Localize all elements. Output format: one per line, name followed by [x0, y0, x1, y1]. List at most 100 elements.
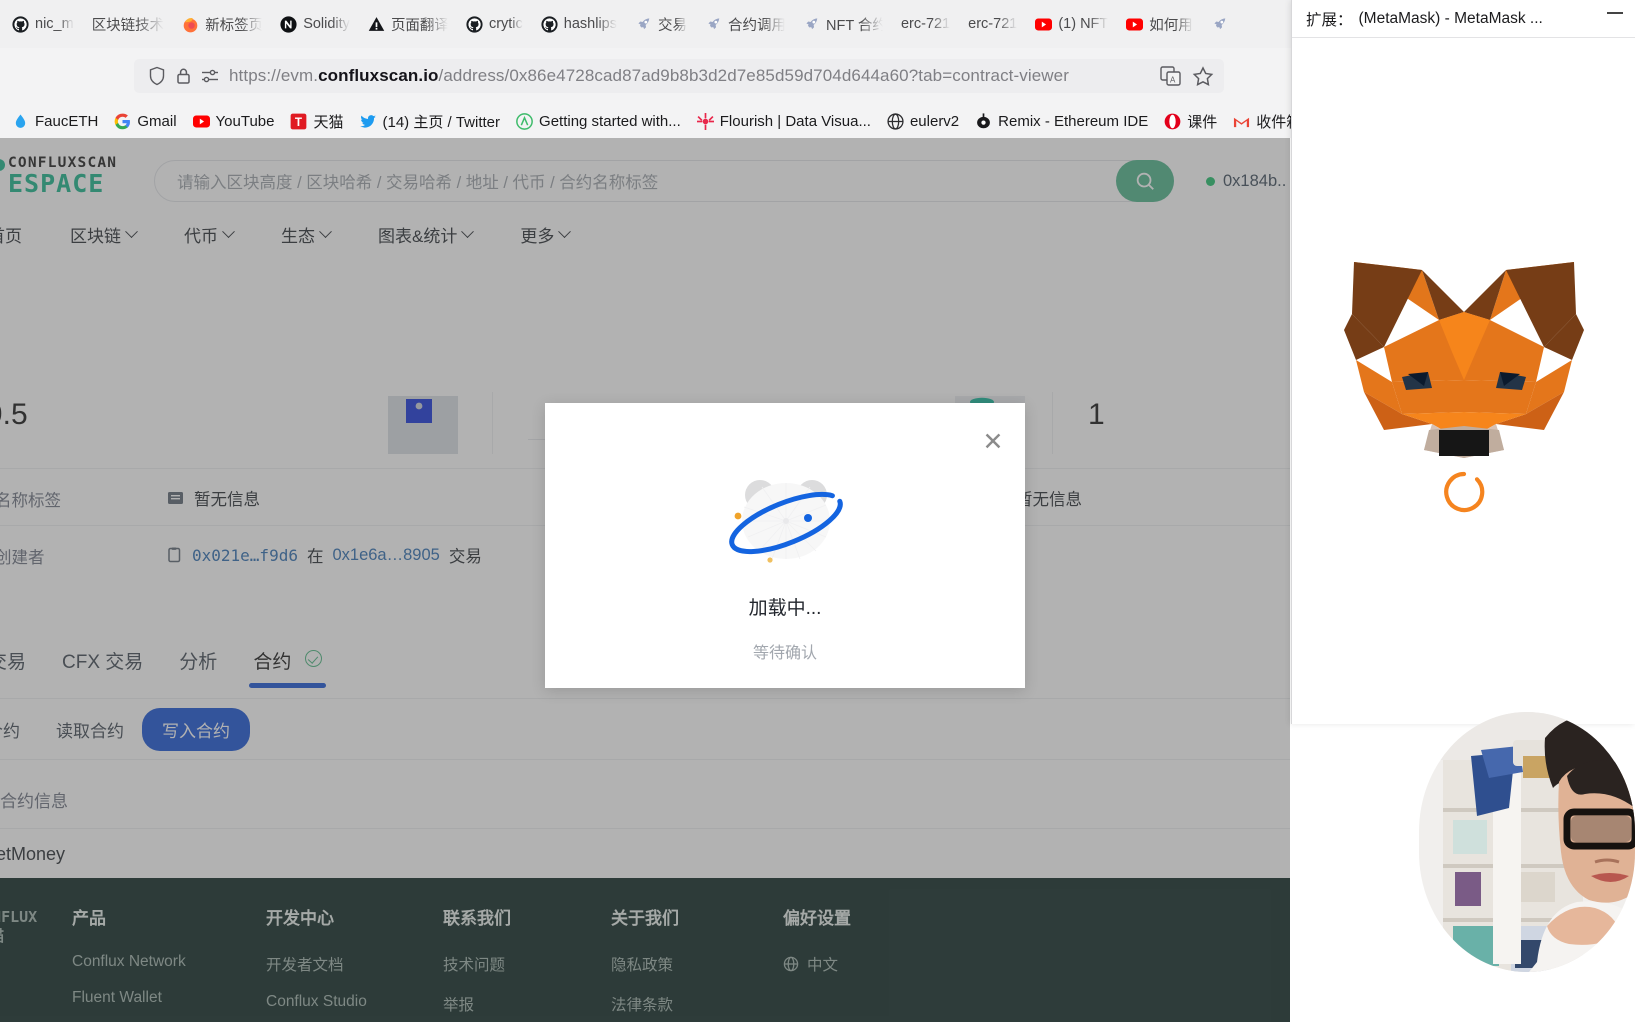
browser-tab[interactable]: Solidity [272, 4, 360, 44]
bookmark-label: Remix - Ethereum IDE [998, 112, 1149, 130]
tab-title: (1) NFT [1058, 16, 1109, 32]
rocket-icon [708, 17, 720, 29]
bookmark-item[interactable]: Getting started with... [508, 110, 689, 133]
browser-tab[interactable]: 合约调用 [697, 4, 795, 44]
metamask-title-text: (MetaMask) - MetaMask ... [1358, 9, 1543, 27]
browser-tab[interactable]: hashlips [533, 4, 627, 44]
bookmark-label: Getting started with... [539, 112, 681, 130]
tab-title: 合约调用 [727, 17, 785, 34]
tab-title: 如何用 [1149, 17, 1193, 34]
bookmark-label: eulerv2 [909, 112, 960, 130]
tab-title: NFT 合约 [825, 17, 883, 34]
twitter-icon [359, 114, 376, 128]
tab-title: erc-721 [968, 16, 1018, 32]
bookmark-item[interactable]: Flourish | Data Visua... [689, 110, 879, 133]
panda-orbit-loading-icon [545, 465, 1025, 581]
firefox-icon [183, 17, 198, 32]
screenshot-root: CONFLUXSCAN ESPACE 请输入区块高度 / 区块哈希 / 交易哈希… [0, 0, 1635, 1022]
bookmark-item[interactable]: (14) 主页 / Twitter [352, 108, 509, 135]
tab-title: Solidity [303, 16, 350, 32]
tab-title: 页面翻译 [390, 17, 448, 34]
loading-modal: ✕ 加载中... 等待确认 [545, 403, 1025, 688]
browser-tab[interactable]: 区块链技术 [84, 4, 175, 44]
tab-title: 新标签页 [205, 17, 263, 34]
svg-text:T: T [295, 115, 302, 128]
rocket-icon [1214, 17, 1226, 29]
bookmark-item[interactable]: T 天猫 [282, 108, 351, 135]
modal-title: 加载中... [748, 598, 822, 619]
shield-icon[interactable] [148, 66, 166, 86]
url-display: https://evm.confluxscan.io/address/0x86e… [229, 66, 1069, 86]
svg-text:A: A [1170, 76, 1176, 85]
github-icon [12, 15, 29, 33]
address-bar[interactable]: https://evm.confluxscan.io/address/0x86e… [134, 59, 1224, 93]
lock-icon[interactable] [176, 67, 191, 85]
bookmark-item[interactable]: Remix - Ethereum IDE [967, 110, 1156, 133]
bookmark-item[interactable]: FaucETH [4, 110, 106, 133]
metamask-popup-window: 扩展： (MetaMask) - MetaMask ... [1291, 0, 1635, 724]
bookmark-label: 天猫 [313, 113, 344, 131]
bookmark-label: YouTube [215, 112, 275, 130]
globe-icon [887, 112, 904, 130]
tab-title: nic_m [35, 16, 74, 32]
browser-tab[interactable]: 如何用 [1118, 4, 1203, 44]
youtube-icon [192, 115, 210, 127]
tab-title: 交易 [657, 17, 687, 34]
rocket-icon [806, 17, 818, 29]
browser-tab[interactable]: crytic [458, 4, 533, 44]
browser-tab[interactable]: NFT 合约 [795, 4, 893, 44]
bookmark-label: Flourish | Data Visua... [719, 112, 871, 130]
webcam-video [1419, 712, 1635, 972]
browser-tab[interactable]: nic_m [4, 4, 84, 44]
github-icon [466, 15, 483, 33]
metamask-body [1292, 38, 1635, 724]
warning-icon [368, 16, 385, 31]
bookmark-label: Gmail [137, 112, 177, 130]
close-icon[interactable]: ✕ [981, 430, 1005, 455]
url-path: /address/0x86e4728cad87ad9b8b3d2d7e85d59… [438, 66, 1069, 85]
tmall-icon: T [291, 113, 307, 129]
browser-tab[interactable]: 页面翻译 [360, 4, 458, 44]
metamask-window-titlebar[interactable]: 扩展： (MetaMask) - MetaMask ... [1292, 0, 1635, 38]
browser-tab[interactable]: 交易 [627, 4, 697, 44]
bookmark-item[interactable]: Gmail [106, 110, 184, 133]
remix-icon [977, 112, 991, 128]
google-g-icon [115, 113, 131, 129]
bookmark-label: FaucETH [35, 112, 99, 130]
tab-title: hashlips [563, 16, 617, 32]
url-domain: confluxscan.io [318, 66, 439, 85]
translate-icon[interactable]: A [1160, 66, 1182, 86]
bookmark-star-icon[interactable] [1192, 65, 1214, 87]
youtube-icon [1126, 18, 1144, 30]
circle-a-icon [516, 112, 533, 130]
metamask-title-prefix: 扩展： [1306, 11, 1353, 29]
flourish-icon [696, 112, 714, 130]
minimize-icon[interactable] [1607, 12, 1623, 14]
bookmark-label: 课件 [1187, 113, 1218, 131]
github-icon [541, 15, 558, 33]
modal-subtitle: 等待确认 [752, 645, 817, 662]
rocket-icon [638, 17, 650, 29]
youtube-icon [1035, 18, 1053, 30]
tab-title: erc-721 [900, 16, 951, 32]
opera-icon [1164, 113, 1181, 129]
metamask-fox-icon [1343, 262, 1584, 458]
permissions-icon[interactable] [201, 68, 219, 84]
gmail-m-icon [1234, 117, 1250, 127]
water-drop-icon [15, 113, 26, 128]
loading-spinner-icon [1443, 471, 1484, 513]
nomic-icon [280, 15, 297, 33]
browser-tab[interactable] [1203, 4, 1255, 44]
bookmark-item[interactable]: 课件 [1156, 108, 1225, 135]
bookmark-item[interactable]: eulerv2 [879, 110, 967, 133]
tab-title: 区块链技术 [91, 17, 165, 34]
url-scheme: https://evm. [229, 66, 319, 85]
webcam-overlay [1419, 712, 1635, 972]
browser-tab[interactable]: erc-721 [893, 4, 960, 44]
browser-tab[interactable]: 新标签页 [174, 4, 272, 44]
browser-tab[interactable]: (1) NFT [1027, 4, 1118, 44]
tab-title: crytic [488, 16, 523, 32]
browser-tab[interactable]: erc-721 [960, 4, 1027, 44]
bookmark-item[interactable]: YouTube [185, 110, 283, 133]
bookmark-label: (14) 主页 / Twitter [382, 113, 501, 131]
